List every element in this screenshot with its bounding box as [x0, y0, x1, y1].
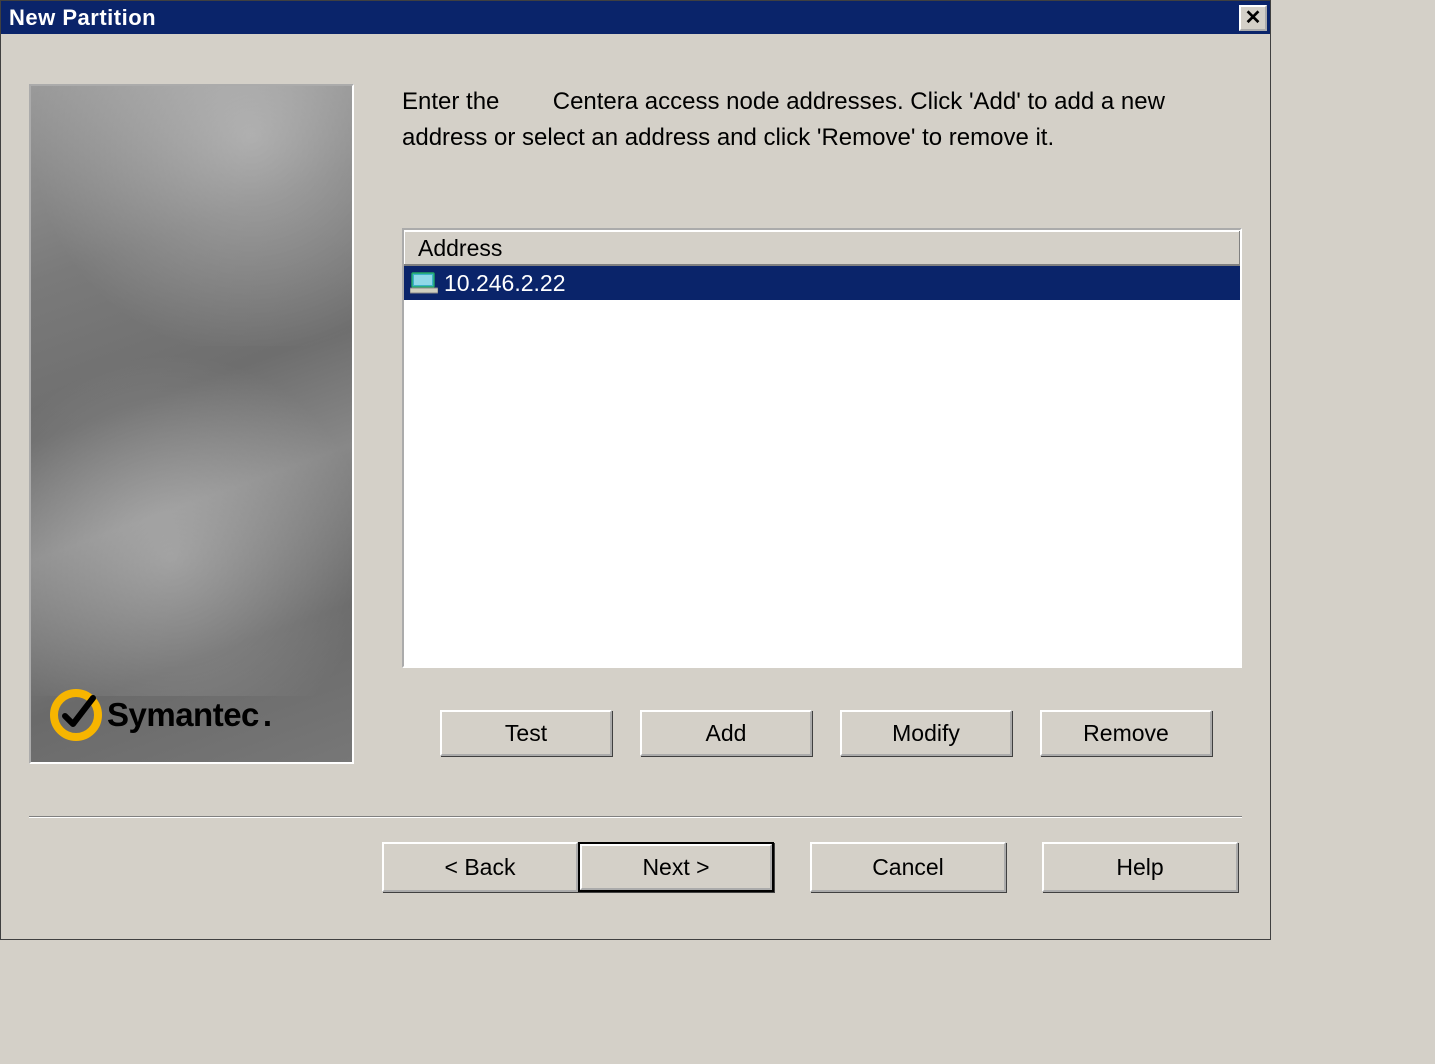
dialog-body: Symantec. Enter the Centera access node …: [1, 34, 1270, 912]
next-button-label: Next >: [580, 844, 772, 890]
address-column-header[interactable]: Address: [404, 230, 1240, 266]
add-button[interactable]: Add: [640, 710, 812, 756]
main-panel: Enter the Centera access node addresses.…: [402, 84, 1242, 764]
wizard-sidebar-graphic: Symantec.: [29, 84, 354, 764]
address-value: 10.246.2.22: [444, 270, 566, 297]
brand-dot: .: [263, 696, 272, 734]
brand-logo: Symantec.: [49, 688, 272, 742]
titlebar[interactable]: New Partition ✕: [1, 1, 1270, 34]
wizard-nav-buttons: < Back Next > Cancel Help: [29, 842, 1242, 892]
brand-name: Symantec: [107, 696, 259, 734]
address-column-label: Address: [418, 235, 502, 262]
horizontal-separator: [29, 816, 1242, 818]
next-button[interactable]: Next >: [578, 842, 774, 892]
computer-icon: [410, 271, 438, 295]
list-action-buttons: Test Add Modify Remove: [402, 710, 1242, 756]
test-button[interactable]: Test: [440, 710, 612, 756]
address-list-body[interactable]: 10.246.2.22: [404, 266, 1240, 666]
address-row[interactable]: 10.246.2.22: [404, 266, 1240, 300]
remove-button[interactable]: Remove: [1040, 710, 1212, 756]
close-button[interactable]: ✕: [1239, 5, 1267, 31]
checkmark-circle-icon: [49, 688, 103, 742]
cancel-button[interactable]: Cancel: [810, 842, 1006, 892]
dialog-window: New Partition ✕ Symantec. Enter th: [0, 0, 1271, 940]
back-next-group: < Back Next >: [382, 842, 774, 892]
nav-spacer: [1006, 842, 1042, 892]
instruction-text: Enter the Centera access node addresses.…: [402, 84, 1242, 156]
upper-section: Symantec. Enter the Centera access node …: [29, 34, 1242, 764]
close-icon: ✕: [1245, 5, 1262, 30]
nav-spacer: [774, 842, 810, 892]
window-title: New Partition: [9, 5, 156, 31]
address-listbox[interactable]: Address 10.: [402, 228, 1242, 668]
back-button[interactable]: < Back: [382, 842, 578, 892]
modify-button[interactable]: Modify: [840, 710, 1012, 756]
help-button[interactable]: Help: [1042, 842, 1238, 892]
